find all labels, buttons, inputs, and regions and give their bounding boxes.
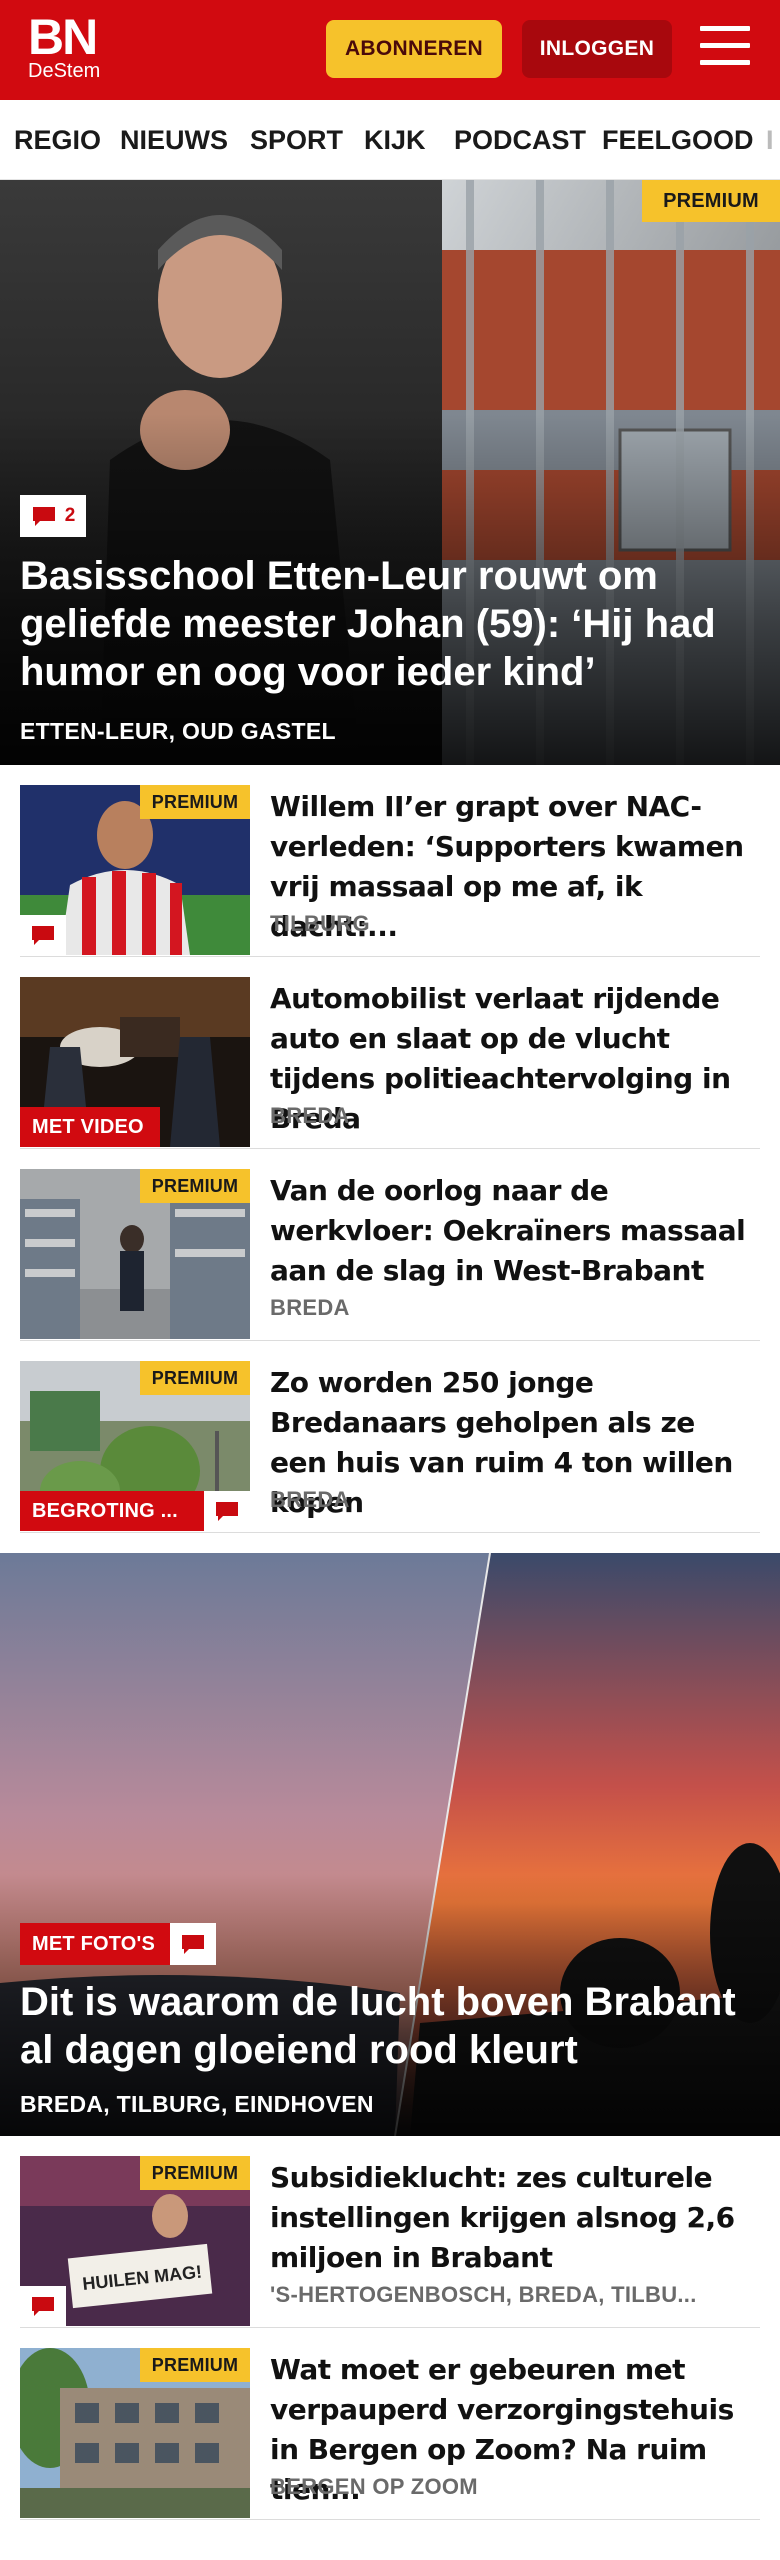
- list-item[interactable]: HUILEN MAG! PREMIUM Subsidieklucht: zes …: [20, 2136, 760, 2328]
- hero-article-2[interactable]: MET FOTO'S Dit is waarom de lucht boven …: [0, 1553, 780, 2136]
- hero-location: ETTEN-LEUR, OUD GASTEL: [20, 718, 336, 744]
- video-badge: MET VIDEO: [20, 1107, 160, 1147]
- premium-badge: PREMIUM: [140, 2156, 250, 2190]
- comment-icon: [216, 1502, 238, 1521]
- list-item[interactable]: PREMIUM Wat moet er gebeuren met verpaup…: [20, 2328, 760, 2520]
- comment-icon: [32, 507, 55, 526]
- comment-badge[interactable]: [20, 2286, 66, 2326]
- nav-item-overflow[interactable]: I: [766, 100, 774, 179]
- comment-badge[interactable]: [204, 1491, 250, 1531]
- list-item[interactable]: PREMIUM BEGROTING ... Zo worden 250 jong…: [20, 1341, 760, 1533]
- subscribe-button[interactable]: ABONNEREN: [326, 20, 502, 78]
- comment-icon: [32, 926, 54, 945]
- hero-title[interactable]: Dit is waarom de lucht boven Brabant al …: [20, 1978, 752, 2074]
- list-item[interactable]: MET VIDEO Automobilist verlaat rijdende …: [20, 957, 760, 1149]
- nav-item-regio[interactable]: REGIO: [14, 100, 101, 179]
- comment-count: 2: [64, 505, 76, 526]
- article-location: TILBURG: [270, 911, 370, 936]
- nav-item-feelgood[interactable]: FEELGOOD: [602, 100, 754, 179]
- article-location: BERGEN OP ZOOM: [270, 2474, 478, 2499]
- article-location: 'S-HERTOGENBOSCH, BREDA, TILBU...: [270, 2282, 697, 2307]
- comment-badge[interactable]: [170, 1923, 216, 1965]
- site-logo[interactable]: BN DeStem: [28, 9, 101, 82]
- article-location: BREDA: [270, 1103, 350, 1128]
- topic-badge: BEGROTING ...: [20, 1491, 204, 1531]
- article-location: BREDA: [270, 1295, 350, 1320]
- nav-item-podcast[interactable]: PODCAST: [454, 100, 586, 179]
- nav-item-sport[interactable]: SPORT: [250, 100, 343, 179]
- login-button[interactable]: INLOGGEN: [522, 20, 672, 78]
- comment-badge[interactable]: [20, 915, 66, 955]
- section-nav: REGIO NIEUWS SPORT KIJK PODCAST FEELGOOD…: [0, 100, 780, 180]
- comment-badge[interactable]: 2: [20, 495, 86, 537]
- logo-sub: DeStem: [28, 60, 101, 82]
- premium-badge: PREMIUM: [140, 2348, 250, 2382]
- list-item[interactable]: PREMIUM Van de oorlog naar de werkvloer:…: [20, 1149, 760, 1341]
- logo-main: BN: [28, 9, 98, 65]
- article-location: BREDA: [270, 1487, 350, 1512]
- article-title[interactable]: Van de oorlog naar de werkvloer: Oekraïn…: [270, 1171, 760, 1291]
- list-item[interactable]: PREMIUM Willem II’er grapt over NAC-verl…: [20, 765, 760, 957]
- comment-icon: [32, 2297, 54, 2316]
- premium-badge: PREMIUM: [140, 785, 250, 819]
- top-bar: BN DeStem ABONNEREN INLOGGEN: [0, 0, 780, 100]
- hero-location: BREDA, TILBURG, EINDHOVEN: [20, 2091, 374, 2117]
- menu-icon[interactable]: [700, 26, 750, 72]
- article-title[interactable]: Subsidieklucht: zes culturele instelling…: [270, 2158, 760, 2278]
- nav-item-kijk[interactable]: KIJK: [364, 100, 426, 179]
- comment-icon: [182, 1935, 204, 1954]
- premium-badge: PREMIUM: [140, 1361, 250, 1395]
- nav-item-nieuws[interactable]: NIEUWS: [120, 100, 228, 179]
- premium-badge: PREMIUM: [642, 180, 780, 222]
- premium-badge: PREMIUM: [140, 1169, 250, 1203]
- hero-title[interactable]: Basisschool Etten-Leur rouwt om geliefde…: [20, 552, 752, 696]
- photos-badge: MET FOTO'S: [20, 1923, 170, 1965]
- hero-article-1[interactable]: PREMIUM 2 Basisschool Etten-Leur rouwt o…: [0, 180, 780, 765]
